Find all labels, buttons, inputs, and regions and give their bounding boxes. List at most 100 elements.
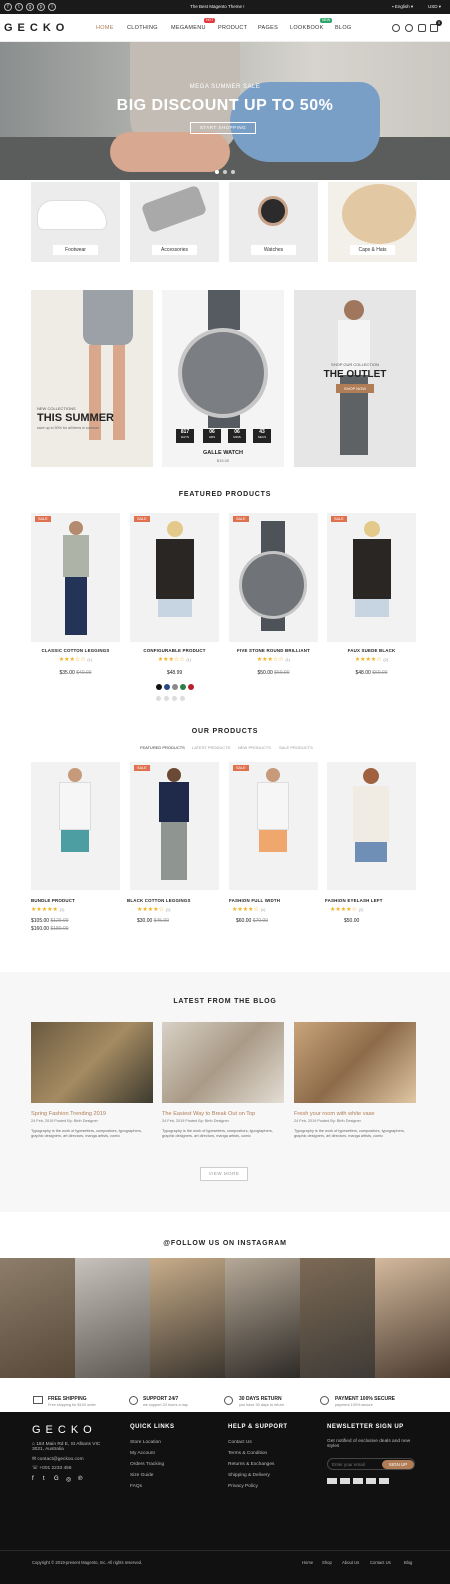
- category-tile-watches[interactable]: Watches: [229, 182, 318, 262]
- newsletter-email-input[interactable]: [332, 1460, 380, 1469]
- product-card-image[interactable]: [327, 762, 416, 890]
- size-dot[interactable]: [172, 696, 177, 701]
- footer-bottom-link[interactable]: Shop: [322, 1560, 332, 1565]
- product-card-image[interactable]: SALE: [327, 513, 416, 642]
- footer-link[interactable]: FAQs: [130, 1484, 142, 1489]
- nav-lookbook[interactable]: LOOKBOOK: [290, 25, 324, 31]
- color-swatch-blue[interactable]: [164, 684, 170, 690]
- product-name[interactable]: FASHION FULL WIDTH: [229, 898, 280, 903]
- hero-slider[interactable]: MEGA SUMMER SALE BIG DISCOUNT UP TO 50% …: [0, 42, 450, 180]
- banner-the-outlet[interactable]: SHOP OUR COLLECTION THE OUTLET SHOP NOW: [294, 290, 416, 467]
- category-label[interactable]: Caps & Hats: [350, 245, 395, 255]
- instagram-photo[interactable]: [375, 1258, 450, 1378]
- size-dot[interactable]: [156, 696, 161, 701]
- slider-dot-active[interactable]: [215, 170, 219, 174]
- currency-selector[interactable]: USD ▾: [428, 4, 441, 10]
- nav-blog[interactable]: BLOG: [335, 25, 351, 31]
- facebook-icon[interactable]: f: [4, 3, 12, 11]
- category-label[interactable]: Watches: [251, 245, 296, 255]
- footer-link[interactable]: Returns & Exchanges: [228, 1462, 274, 1467]
- view-more-button[interactable]: VIEW MORE: [200, 1167, 248, 1181]
- footer-bottom-link[interactable]: Home: [302, 1560, 313, 1565]
- size-dot[interactable]: [180, 696, 185, 701]
- category-label[interactable]: Footwear: [53, 245, 98, 255]
- blog-post-title[interactable]: Spring Fashion Trending 2019: [31, 1111, 106, 1117]
- product-name[interactable]: FASHION EYELASH LEFT: [325, 898, 383, 903]
- product-card-image[interactable]: SALE: [130, 762, 219, 890]
- color-swatch-red[interactable]: [188, 684, 194, 690]
- start-shopping-button[interactable]: START SHOPPING: [190, 122, 256, 134]
- nav-pages[interactable]: PAGES: [258, 25, 278, 31]
- nav-product[interactable]: PRODUCT: [218, 25, 247, 31]
- footer-link[interactable]: Terms & Condition: [228, 1451, 267, 1456]
- category-tile-footwear[interactable]: Footwear: [31, 182, 120, 262]
- instagram-photo[interactable]: [150, 1258, 225, 1378]
- pinterest-icon[interactable]: p: [37, 3, 45, 11]
- footer-phone[interactable]: ☏ +001 2233 456: [32, 1466, 72, 1471]
- footer-link[interactable]: Size Guide: [130, 1473, 153, 1478]
- language-selector[interactable]: ▪ English ▾: [392, 4, 413, 10]
- instagram-photo[interactable]: [75, 1258, 150, 1378]
- tab-featured-products[interactable]: FEATURED PRODUCTS: [140, 745, 185, 750]
- blog-post-title[interactable]: Fresh your room with white vase: [294, 1111, 375, 1117]
- blog-image[interactable]: [162, 1022, 284, 1103]
- color-swatch-gray[interactable]: [172, 684, 178, 690]
- blog-image[interactable]: [31, 1022, 153, 1103]
- category-label[interactable]: Accessories: [152, 245, 197, 255]
- blog-image[interactable]: [294, 1022, 416, 1103]
- nav-home[interactable]: HOME: [96, 25, 114, 31]
- footer-facebook-icon[interactable]: f: [32, 1476, 34, 1482]
- tab-new-products[interactable]: NEW PRODUCTS: [238, 745, 271, 750]
- slider-dot[interactable]: [231, 170, 235, 174]
- sign-up-button[interactable]: SIGN UP: [382, 1460, 414, 1469]
- category-tile-accessories[interactable]: Accessories: [130, 182, 219, 262]
- tab-latest-products[interactable]: LATEST PRODUCTS: [192, 745, 230, 750]
- product-card-image[interactable]: SALE: [31, 513, 120, 642]
- product-name[interactable]: FAUX SUEDE BLACK: [327, 648, 416, 653]
- footer-link[interactable]: My Account: [130, 1451, 155, 1456]
- footer-email[interactable]: ✉ contact@geckoo.com: [32, 1457, 84, 1462]
- wishlist-icon[interactable]: [418, 24, 426, 32]
- footer-link[interactable]: Store Location: [130, 1440, 161, 1445]
- product-card-image[interactable]: SALE: [130, 513, 219, 642]
- slider-dot[interactable]: [223, 170, 227, 174]
- footer-bottom-link[interactable]: Blog: [404, 1560, 412, 1565]
- site-logo[interactable]: GECKO: [4, 22, 69, 34]
- footer-bottom-link[interactable]: About Us: [342, 1560, 359, 1565]
- nav-clothing[interactable]: CLOTHING: [127, 25, 158, 31]
- footer-instagram-icon[interactable]: ◎: [66, 1476, 71, 1483]
- twitter-icon[interactable]: t: [15, 3, 23, 11]
- color-swatch-green[interactable]: [180, 684, 186, 690]
- footer-logo[interactable]: GECKO: [32, 1424, 97, 1436]
- banner-this-summer[interactable]: NEW COLLECTIONS THIS SUMMER save up to 5…: [31, 290, 153, 467]
- blog-post-title[interactable]: The Easiest Way to Break Out on Top: [162, 1111, 255, 1117]
- footer-link[interactable]: Orders Tracking: [130, 1462, 164, 1467]
- google-plus-icon[interactable]: g: [26, 3, 34, 11]
- size-dot[interactable]: [164, 696, 169, 701]
- footer-link[interactable]: Shipping & Delivery: [228, 1473, 270, 1478]
- product-card-image[interactable]: [31, 762, 120, 890]
- category-tile-caps-hats[interactable]: Caps & Hats: [328, 182, 417, 262]
- product-name[interactable]: BLACK COTTON LEGGINGS: [127, 898, 191, 903]
- product-name[interactable]: BUNDLE PRODUCT: [31, 898, 86, 903]
- account-icon[interactable]: [405, 24, 413, 32]
- instagram-photo[interactable]: [0, 1258, 75, 1378]
- product-card-image[interactable]: SALE: [229, 762, 318, 890]
- banner-galle-watch[interactable]: 817 DAYS 06 HRS 06 MINS 43 SECS GALLE WATCH …: [162, 290, 284, 467]
- footer-google-icon[interactable]: G: [54, 1476, 59, 1482]
- product-name[interactable]: FIVE STONE ROUND BRILLIANT: [229, 648, 318, 653]
- instagram-photo[interactable]: [225, 1258, 300, 1378]
- product-name[interactable]: CONFIGURABLE PRODUCT: [130, 648, 219, 653]
- search-icon[interactable]: [392, 24, 400, 32]
- footer-link[interactable]: Contact Us: [228, 1440, 252, 1445]
- footer-link[interactable]: Privacy Policy: [228, 1484, 258, 1489]
- product-name[interactable]: CLASSIC COTTON LEGGINGS: [31, 648, 120, 653]
- footer-twitter-icon[interactable]: t: [43, 1476, 45, 1482]
- footer-bottom-link[interactable]: Contact Us: [370, 1560, 391, 1565]
- instagram-photo[interactable]: [300, 1258, 375, 1378]
- nav-megamenu[interactable]: MEGAMENU: [171, 25, 206, 31]
- instagram-icon[interactable]: i: [48, 3, 56, 11]
- shop-now-button[interactable]: SHOP NOW: [336, 384, 374, 393]
- tab-sale-products[interactable]: SALE PRODUCTS: [279, 745, 313, 750]
- color-swatch-black[interactable]: [156, 684, 162, 690]
